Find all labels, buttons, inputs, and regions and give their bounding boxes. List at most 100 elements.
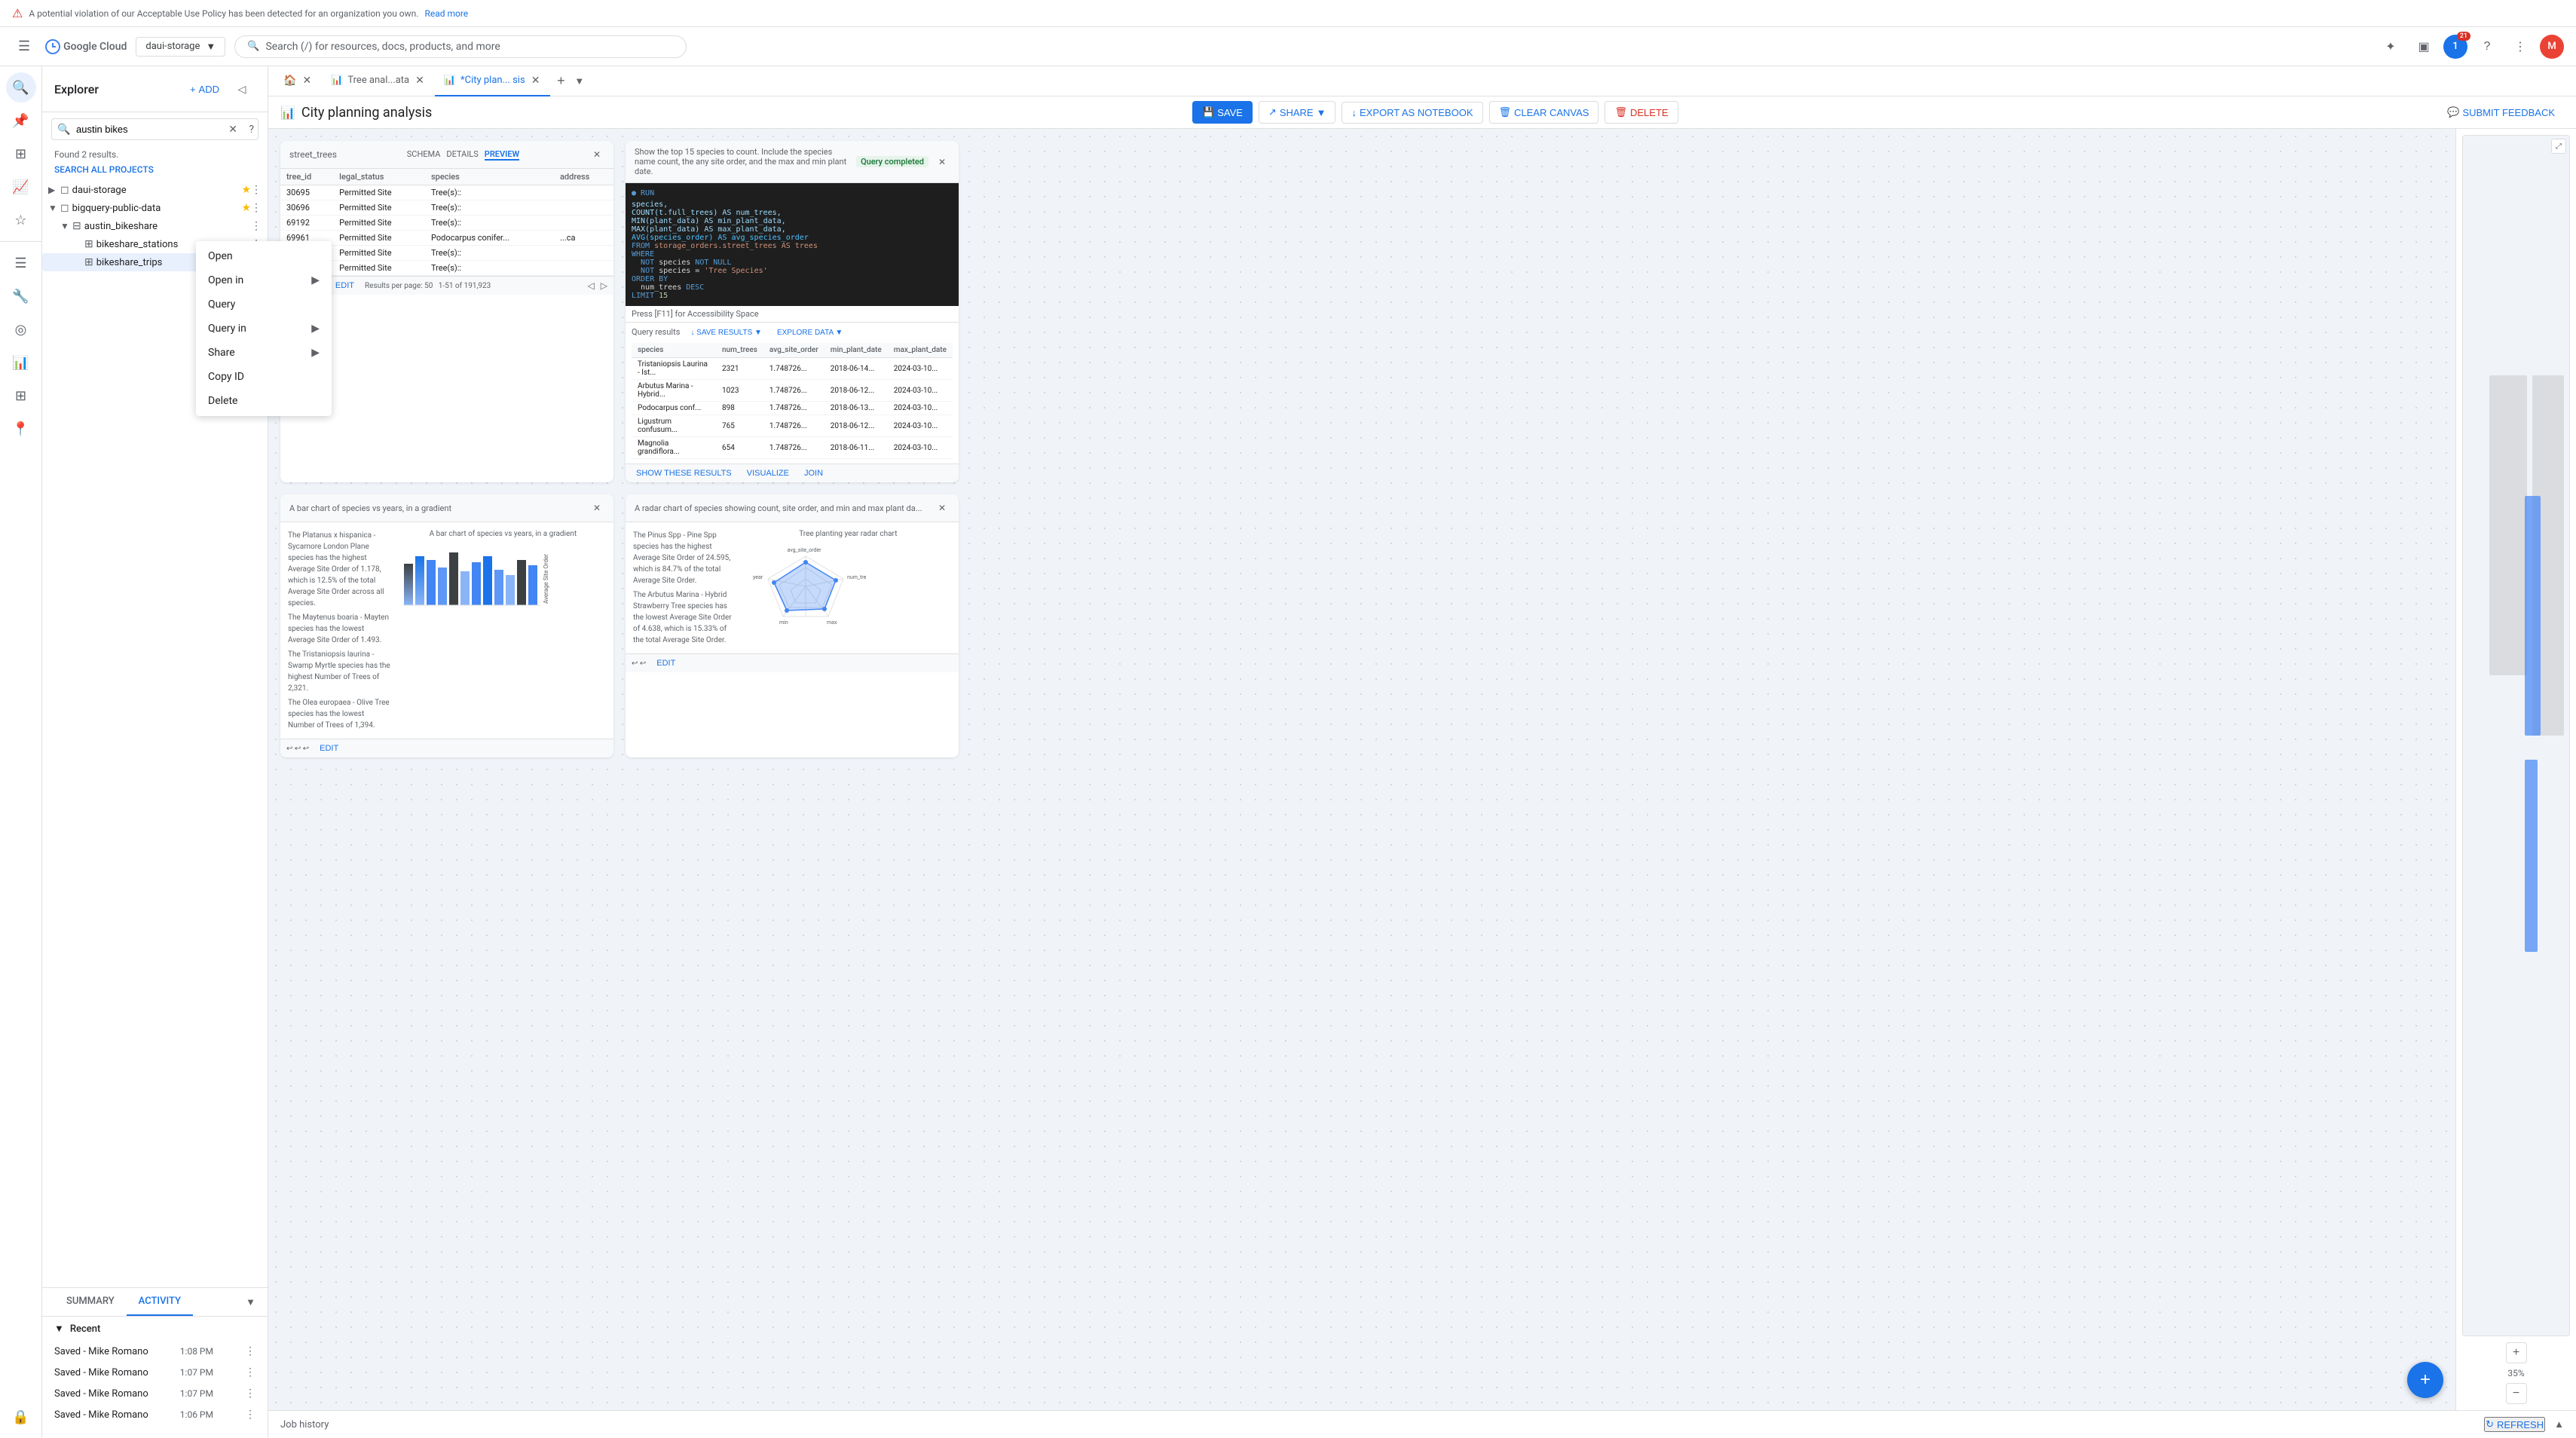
more-options-icon[interactable]: ⋮ bbox=[251, 202, 262, 214]
more-options-button[interactable]: ⋮ bbox=[2507, 33, 2534, 60]
tab-close-tree-analysis[interactable]: ✕ bbox=[414, 73, 426, 88]
context-menu-open-in[interactable]: Open in ▶ bbox=[196, 268, 268, 292]
share-button[interactable]: ↗ SHARE ▼ bbox=[1259, 101, 1336, 124]
tab-home[interactable]: 🏠 ✕ bbox=[274, 66, 322, 96]
star-icon[interactable]: ★ bbox=[241, 184, 251, 196]
sidebar-icon-list[interactable]: ☰ bbox=[6, 248, 36, 278]
context-menu-delete[interactable]: Delete bbox=[196, 389, 268, 413]
sidebar-icon-grid[interactable]: ⊞ bbox=[6, 381, 36, 411]
sidebar-icon-star[interactable]: ☆ bbox=[6, 205, 36, 235]
explorer-search-input[interactable] bbox=[51, 118, 259, 140]
cell: Permitted Site bbox=[333, 246, 425, 261]
delete-button[interactable]: 🗑 DELETE bbox=[1605, 101, 1678, 124]
context-menu-query-in[interactable]: Query in ▶ bbox=[196, 317, 268, 341]
canvas-wrapper[interactable]: street_trees SCHEMA DETAILS PREVIEW ✕ bbox=[268, 129, 2455, 1410]
submit-feedback-button[interactable]: 💬 SUBMIT FEEDBACK bbox=[2438, 102, 2564, 123]
search-all-projects-link[interactable]: SEARCH ALL PROJECTS bbox=[42, 163, 268, 181]
sidebar-icon-lock[interactable]: 🔒 bbox=[6, 1402, 36, 1432]
col-species: species bbox=[632, 343, 716, 358]
hamburger-button[interactable]: ☰ bbox=[12, 32, 36, 60]
result-row: Magnolia grandiflora...6541.748726...201… bbox=[632, 437, 953, 459]
explore-data-button[interactable]: EXPLORE DATA ▼ bbox=[772, 327, 847, 338]
star-icon[interactable]: ★ bbox=[241, 202, 251, 214]
sidebar-icon-location[interactable]: 📍 bbox=[6, 414, 36, 444]
add-button[interactable]: + ADD bbox=[184, 81, 225, 98]
sidebar-icon-analytics[interactable]: 📈 bbox=[6, 172, 36, 202]
bar-chart-close[interactable]: ✕ bbox=[589, 500, 604, 516]
query-card-header: Show the top 15 species to count. Includ… bbox=[626, 141, 959, 183]
search-help-icon[interactable]: ? bbox=[249, 124, 254, 136]
user-avatar[interactable]: M bbox=[2540, 35, 2564, 59]
cell: Permitted Site bbox=[333, 185, 425, 200]
sidebar-icon-search[interactable]: 🔍 bbox=[6, 72, 36, 102]
tab-details[interactable]: DETAILS bbox=[446, 149, 478, 161]
sidebar-icon-circle[interactable]: ◎ bbox=[6, 314, 36, 344]
tab-preview[interactable]: PREVIEW bbox=[485, 149, 519, 161]
tree-item-bigquery-public-data[interactable]: ▼ ◻ bigquery-public-data ★ ⋮ bbox=[42, 199, 268, 217]
project-selector[interactable]: daui-storage ▼ bbox=[136, 37, 225, 57]
help-button[interactable]: ? bbox=[2474, 33, 2501, 60]
tree-item-daui-storage[interactable]: ▶ ◻ daui-storage ★ ⋮ bbox=[42, 181, 268, 199]
context-menu-share[interactable]: Share ▶ bbox=[196, 341, 268, 365]
context-menu-delete-label: Delete bbox=[208, 395, 237, 407]
join-button[interactable]: JOIN bbox=[800, 467, 828, 479]
avatar[interactable]: 1 bbox=[2443, 35, 2467, 59]
tab-city-planning[interactable]: 📊 *City plan... sis ✕ bbox=[435, 66, 551, 96]
radar-chart-close[interactable]: ✕ bbox=[935, 500, 950, 516]
tab-close-city-planning[interactable]: ✕ bbox=[530, 73, 542, 88]
more-options-icon[interactable]: ⋮ bbox=[251, 184, 262, 196]
add-fab-button[interactable]: + bbox=[2407, 1362, 2443, 1398]
table-card-more[interactable]: ✕ bbox=[589, 147, 604, 162]
tab-schema[interactable]: SCHEMA bbox=[407, 149, 441, 161]
recent-more-3[interactable]: ⋮ bbox=[245, 1388, 255, 1400]
tree-item-austin-bikeshare[interactable]: ▼ ⊟ austin_bikeshare ☆ ⋮ bbox=[42, 217, 268, 235]
bar-chart-edit-button[interactable]: EDIT bbox=[315, 742, 343, 754]
sidebar-icon-table[interactable]: ⊞ bbox=[6, 139, 36, 169]
refresh-button[interactable]: ↻ REFRESH bbox=[2484, 1417, 2545, 1432]
bottom-panel-toggle[interactable]: ▼ bbox=[246, 1288, 255, 1316]
recent-label: Recent bbox=[70, 1323, 100, 1335]
save-button[interactable]: 💾 SAVE bbox=[1192, 101, 1253, 124]
recent-more-1[interactable]: ⋮ bbox=[245, 1345, 255, 1357]
context-menu-copy-id[interactable]: Copy ID bbox=[196, 365, 268, 389]
zoom-in-button[interactable]: + bbox=[2506, 1342, 2527, 1363]
radar-chart-edit-button[interactable]: EDIT bbox=[652, 657, 680, 669]
show-results-button[interactable]: SHOW THESE RESULTS bbox=[632, 467, 736, 479]
recent-more-2[interactable]: ⋮ bbox=[245, 1366, 255, 1378]
tab-dropdown-button[interactable]: ▼ bbox=[574, 75, 584, 87]
search-bar-container[interactable]: 🔍 Search (/) for resources, docs, produc… bbox=[234, 35, 687, 58]
recent-item: Saved - Mike Romano 1:08 PM ⋮ bbox=[42, 1341, 268, 1362]
tab-summary[interactable]: SUMMARY bbox=[54, 1288, 127, 1316]
collapse-panel-button[interactable]: ◁ bbox=[228, 75, 255, 102]
query-card-close[interactable]: ✕ bbox=[935, 155, 950, 170]
sidebar-icon-pin[interactable]: 📌 bbox=[6, 106, 36, 136]
clear-canvas-button[interactable]: 🗑 CLEAR CANVAS bbox=[1489, 101, 1599, 124]
prev-page-icon[interactable]: ◁ bbox=[588, 280, 595, 291]
tab-activity[interactable]: ACTIVITY bbox=[127, 1288, 193, 1316]
visualize-button[interactable]: VISUALIZE bbox=[742, 467, 794, 479]
add-tab-button[interactable]: + bbox=[550, 71, 571, 92]
read-more-link[interactable]: Read more bbox=[424, 8, 468, 19]
save-results-button[interactable]: ↓ SAVE RESULTS ▼ bbox=[686, 327, 766, 338]
sidebar-icon-build[interactable]: 🔧 bbox=[6, 281, 36, 311]
tab-tree-analysis[interactable]: 📊 Tree anal...ata ✕ bbox=[322, 66, 435, 96]
gemini-button[interactable]: ✦ bbox=[2377, 33, 2404, 60]
next-page-icon[interactable]: ▷ bbox=[601, 280, 607, 291]
collapse-job-history-icon[interactable]: ▲ bbox=[2554, 1418, 2564, 1430]
more-options-icon[interactable]: ⋮ bbox=[251, 220, 262, 232]
context-menu-query[interactable]: Query bbox=[196, 292, 268, 317]
sidebar-icon-chart[interactable]: 📊 bbox=[6, 347, 36, 378]
edit-button[interactable]: EDIT bbox=[331, 280, 359, 292]
project-icon: ◻ bbox=[60, 184, 69, 196]
tab-close-home[interactable]: ✕ bbox=[301, 73, 313, 88]
context-menu-open[interactable]: Open bbox=[196, 244, 268, 268]
expand-recent-icon[interactable]: ▼ bbox=[54, 1323, 64, 1335]
expand-minimap-button[interactable]: ⤢ bbox=[2551, 139, 2566, 154]
zoom-out-button[interactable]: − bbox=[2506, 1383, 2527, 1404]
code-keyword-run: ● RUN bbox=[632, 189, 953, 197]
cloud-shell-button[interactable]: ▣ bbox=[2410, 33, 2437, 60]
export-button[interactable]: ↓ EXPORT AS NOTEBOOK bbox=[1342, 102, 1482, 124]
clear-search-icon[interactable]: ✕ bbox=[228, 124, 237, 136]
recent-more-4[interactable]: ⋮ bbox=[245, 1409, 255, 1421]
tree-item-label: daui-storage bbox=[72, 185, 242, 196]
